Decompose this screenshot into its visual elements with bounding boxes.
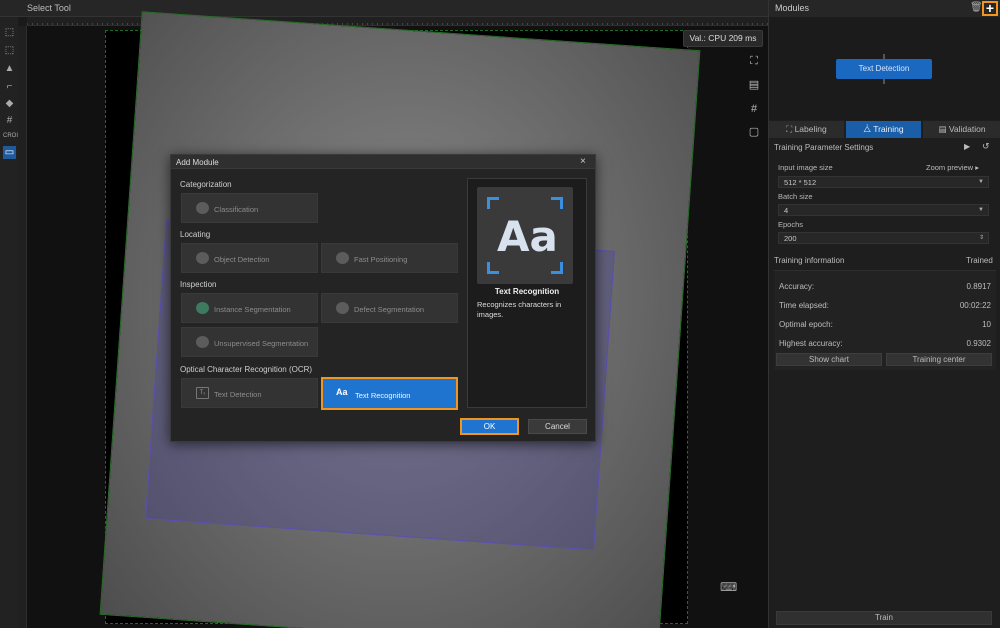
category-title: Categorization [180,180,232,189]
module-text-detection[interactable]: T₁ Text Detection [181,378,318,408]
roi-icon[interactable]: CROI [3,130,18,143]
show-chart-button[interactable]: Show chart [776,353,882,366]
info-row-accuracy: Accuracy: 0.8917 [779,282,991,291]
bracket-corner [487,197,499,209]
keyboard-icon[interactable]: ⌨ [720,580,740,594]
defect-segmentation-icon [336,302,349,314]
select-icon[interactable]: ⬚ [3,26,16,39]
module-preview: Aa Text Recognition Recognizes character… [467,178,587,408]
trash-icon[interactable]: 🗑 [970,2,983,13]
left-toolbar: ⬚ ⬚ ▲ ⌐ ◆ # CROI ▭ [0,17,18,628]
module-classification[interactable]: Classification [181,193,318,223]
zoom-preview-link[interactable]: Zoom preview ▸ [926,163,979,172]
training-status: Trained [966,256,993,265]
connector-bottom [883,79,885,84]
stepper-icon: ⇕ [978,235,984,241]
module-object-detection[interactable]: Object Detection [181,243,318,273]
grid-toggle-icon[interactable]: # [746,101,762,117]
horizontal-ruler [27,17,768,26]
bracket-corner [551,262,563,274]
category-title: Inspection [180,280,217,289]
preview-image: Aa [477,187,573,284]
preview-title: Text Recognition [494,287,560,296]
instance-segmentation-icon [196,302,209,314]
training-params-title: Training Parameter Settings [774,143,874,152]
vertical-ruler [18,26,27,628]
grid-icon[interactable]: # [3,114,16,127]
module-unsupervised-segmentation[interactable]: Unsupervised Segmentation [181,327,318,357]
bracket-corner [487,262,499,274]
image-settings-icon[interactable]: ▤ [746,77,762,93]
box-select-icon[interactable]: ⬚ [3,44,16,57]
stamp-icon[interactable]: ▲ [3,62,16,75]
modules-title: Modules [775,3,810,13]
preview-description: Recognizes characters in images. [477,300,562,319]
module-flow: Text Detection [769,17,1000,120]
tool-title: Select Tool [27,3,71,13]
chevron-down-icon: ▼ [978,207,984,213]
close-icon[interactable]: × [580,156,586,167]
training-center-button[interactable]: Training center [886,353,992,366]
batch-size-select[interactable]: 4 ▼ [778,204,989,216]
info-row-highest-accuracy: Highest accuracy: 0.9302 [779,339,991,348]
classification-icon [196,202,209,214]
eraser-icon[interactable]: ◆ [3,97,16,110]
bracket-corner [551,197,563,209]
ok-button[interactable]: OK [460,418,519,435]
epochs-label: Epochs [778,220,804,229]
tab-labeling[interactable]: ⛶ Labeling [769,121,844,138]
module-defect-segmentation[interactable]: Defect Segmentation [321,293,458,323]
info-row-optimal-epoch: Optimal epoch: 10 [779,320,991,329]
dialog-title: Add Module [176,158,219,167]
chevron-down-icon: ▼ [978,179,984,185]
fast-positioning-icon [336,252,349,264]
batch-size-label: Batch size [778,192,813,201]
preview-aa-glyph: Aa [497,212,558,261]
modules-header: Modules 🗑 + [769,0,1000,17]
reset-icon[interactable]: ↺ [982,141,990,152]
cancel-button[interactable]: Cancel [528,419,587,434]
train-button[interactable]: Train [776,611,992,625]
flow-node-text-detection[interactable]: Text Detection [836,59,932,79]
module-tabs: ⛶ Labeling ⧊ Training ▤ Validation [769,121,1000,138]
add-module-dialog: Add Module × Categorization Classificati… [170,154,596,442]
add-module-button[interactable]: + [982,1,998,16]
right-panel: Modules 🗑 + Text Detection ⛶ Labeling ⧊ … [768,0,1000,628]
module-instance-segmentation[interactable]: Instance Segmentation [181,293,318,323]
mask-view-icon[interactable]: ▢ [746,124,762,140]
fit-view-icon[interactable]: ⛶ [746,53,762,69]
category-title: Locating [180,230,211,239]
epochs-stepper[interactable]: 200 ⇕ [778,232,989,244]
dialog-header: Add Module × [171,155,595,169]
module-text-recognition[interactable]: Aa Text Recognition [321,377,458,410]
info-row-time: Time elapsed: 00:02:22 [779,301,991,310]
module-fast-positioning[interactable]: Fast Positioning [321,243,458,273]
object-detection-icon [196,252,209,264]
polygon-icon[interactable]: ⌐ [3,80,16,93]
val-badge: Val.: CPU 209 ms [683,30,763,47]
expand-icon[interactable]: ▶ [964,142,970,151]
text-detection-icon: T₁ [196,387,209,399]
input-size-label: Input image size [778,163,833,172]
training-icon: ⧊ [863,124,874,134]
training-info-title: Training information [774,256,845,265]
text-recognition-icon: Aa [336,387,348,397]
mask-icon[interactable]: ▭ [3,146,16,159]
tab-validation[interactable]: ▤ Validation [923,121,1000,138]
top-bar: Select Tool [0,0,768,17]
unsupervised-segmentation-icon [196,336,209,348]
tab-training[interactable]: ⧊ Training [846,121,921,138]
labeling-icon: ⛶ [786,124,795,134]
input-size-select[interactable]: 512 * 512 ▼ [778,176,989,188]
category-title: Optical Character Recognition (OCR) [180,365,313,374]
validation-icon: ▤ [938,124,949,134]
